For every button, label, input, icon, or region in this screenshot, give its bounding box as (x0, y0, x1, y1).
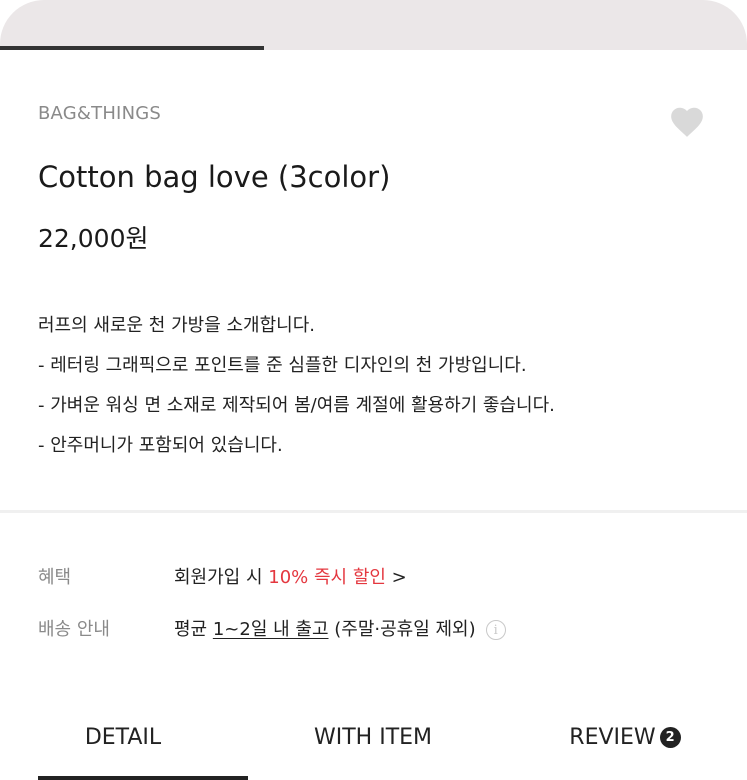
benefit-prefix: 회원가입 시 (174, 567, 269, 588)
shipping-note: (주말·공휴일 제외) (328, 619, 476, 640)
info-icon[interactable]: i (485, 620, 506, 640)
product-price: 22,000원 (38, 224, 149, 253)
active-tab-indicator (38, 776, 248, 780)
tab-label: WITH ITEM (313, 725, 433, 750)
description-line: - 레터링 그래픽으로 포인트를 준 심플한 디자인의 천 가방입니다. (38, 355, 527, 376)
description-line: - 안주머니가 포함되어 있습니다. (38, 435, 283, 456)
benefit-label: 혜택 (38, 567, 72, 588)
shipping-label: 배송 안내 (38, 619, 110, 640)
image-progress-fill (0, 46, 264, 50)
shipping-prefix: 평균 (174, 619, 213, 640)
section-divider (0, 510, 747, 513)
top-header-strip (0, 0, 747, 50)
tab-label: REVIEW (569, 725, 656, 750)
benefit-discount: 10% 즉시 할인 (268, 567, 386, 588)
product-tabs: DETAIL WITH ITEM REVIEW 2 (0, 716, 747, 780)
shipping-row: 배송 안내 평균 1~2일 내 출고 (주말·공휴일 제외) i (38, 615, 506, 641)
image-progress-bar (0, 46, 747, 50)
brand-name[interactable]: BAG&THINGS (38, 103, 161, 124)
tab-detail[interactable]: DETAIL (38, 716, 208, 780)
heart-icon[interactable] (668, 103, 706, 139)
tab-with-item[interactable]: WITH ITEM (288, 716, 458, 780)
description-line: - 가벼운 워싱 면 소재로 제작되어 봄/여름 계절에 활용하기 좋습니다. (38, 395, 555, 416)
description-line: 러프의 새로운 천 가방을 소개합니다. (38, 315, 316, 336)
shipping-duration: 1~2일 내 출고 (212, 619, 329, 640)
product-description: 러프의 새로운 천 가방을 소개합니다. - 레터링 그래픽으로 포인트를 준 … (38, 306, 718, 466)
tab-review[interactable]: REVIEW 2 (540, 716, 710, 780)
tab-label: DETAIL (84, 725, 162, 750)
product-title: Cotton bag love (3color) (38, 160, 391, 194)
benefit-row[interactable]: 혜택 회원가입 시 10% 즉시 할인 > (38, 563, 407, 589)
review-count-badge: 2 (659, 727, 681, 748)
benefit-arrow: > (385, 567, 407, 588)
